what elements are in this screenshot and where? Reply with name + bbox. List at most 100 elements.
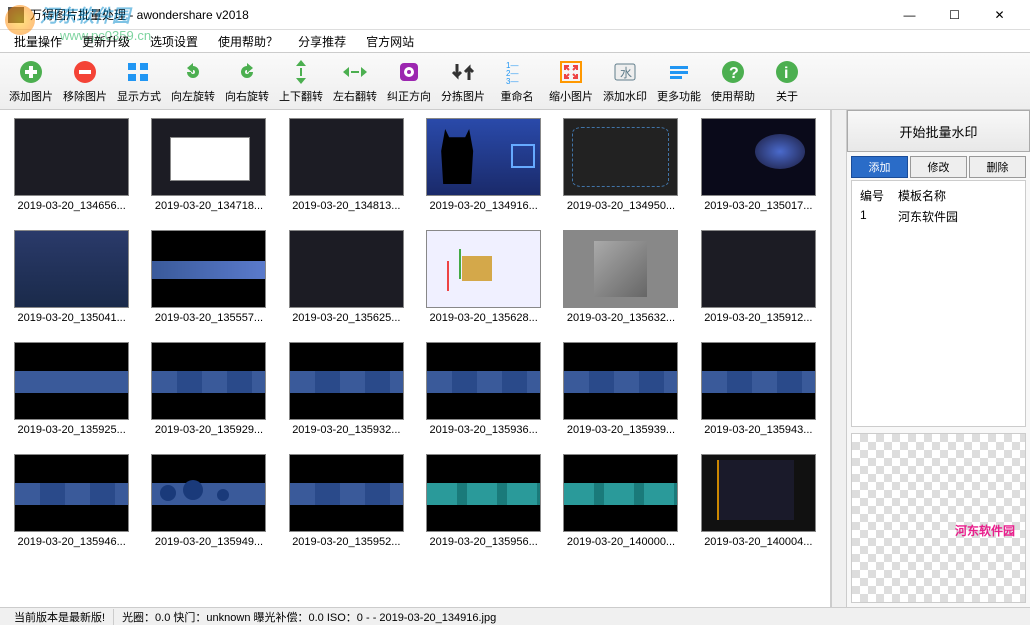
toolbar-add-button[interactable]: 添加图片 [4, 54, 58, 108]
thumbnail-label: 2019-03-20_135946... [14, 536, 129, 548]
thumbnail-item[interactable]: 2019-03-20_135557... [145, 230, 272, 324]
close-button[interactable]: ✕ [977, 0, 1022, 30]
thumbnail-label: 2019-03-20_140000... [563, 536, 678, 548]
thumbnail-image [426, 118, 541, 196]
thumbnail-image [289, 454, 404, 532]
thumbnail-item[interactable]: 2019-03-20_134813... [283, 118, 410, 212]
thumbnail-label: 2019-03-20_134656... [14, 200, 129, 212]
thumbnail-image [563, 342, 678, 420]
svg-text:i: i [784, 65, 788, 82]
toolbar-fliph-button[interactable]: 左右翻转 [328, 54, 382, 108]
thumbnail-item[interactable]: 2019-03-20_135946... [8, 454, 135, 548]
tab-添加[interactable]: 添加 [851, 156, 908, 178]
toolbar-help-button[interactable]: ?使用帮助 [706, 54, 760, 108]
thumbnail-label: 2019-03-20_134950... [563, 200, 678, 212]
toolbar-watermark-button[interactable]: 水添加水印 [598, 54, 652, 108]
start-watermark-button[interactable]: 开始批量水印 [847, 110, 1030, 152]
thumbnail-item[interactable]: 2019-03-20_140004... [695, 454, 822, 548]
minimize-button[interactable]: — [887, 0, 932, 30]
rotright-icon [233, 58, 261, 86]
menu-item-0[interactable]: 批量操作 [6, 31, 70, 52]
menu-item-5[interactable]: 官方网站 [358, 31, 422, 52]
thumbnail-item[interactable]: 2019-03-20_134718... [145, 118, 272, 212]
add-icon [17, 58, 45, 86]
template-list[interactable]: 编号 模板名称 1河东软件园 [851, 180, 1026, 427]
thumbnail-label: 2019-03-20_135625... [289, 312, 404, 324]
thumbnail-item[interactable]: 2019-03-20_135956... [420, 454, 547, 548]
toolbar-view-button[interactable]: 显示方式 [112, 54, 166, 108]
thumbnail-item[interactable]: 2019-03-20_134950... [557, 118, 684, 212]
thumbnail-item[interactable]: 2019-03-20_135041... [8, 230, 135, 324]
menu-item-1[interactable]: 更新升级 [74, 31, 138, 52]
thumbnail-item[interactable]: 2019-03-20_140000... [557, 454, 684, 548]
side-panel: 开始批量水印 添加修改删除 编号 模板名称 1河东软件园 河东软件园 [847, 110, 1030, 607]
thumbnail-image [151, 454, 266, 532]
thumbnail-item[interactable]: 2019-03-20_135925... [8, 342, 135, 436]
thumbnail-item[interactable]: 2019-03-20_135625... [283, 230, 410, 324]
col-header-id: 编号 [860, 187, 890, 204]
thumbnail-image [563, 118, 678, 196]
svg-text:3—: 3— [506, 77, 518, 86]
thumbnail-item[interactable]: 2019-03-20_135017... [695, 118, 822, 212]
thumbnail-image [14, 118, 129, 196]
thumbnail-item[interactable]: 2019-03-20_135932... [283, 342, 410, 436]
thumbnail-item[interactable]: 2019-03-20_134916... [420, 118, 547, 212]
menu-item-3[interactable]: 使用帮助？ [210, 31, 286, 52]
shrink-icon [557, 58, 585, 86]
thumbnail-image [14, 230, 129, 308]
thumbnail-item[interactable]: 2019-03-20_134656... [8, 118, 135, 212]
help-icon: ? [719, 58, 747, 86]
rename-icon: 1—2—3— [503, 58, 531, 86]
thumbnail-item[interactable]: 2019-03-20_135632... [557, 230, 684, 324]
sort-icon [449, 58, 477, 86]
thumbnail-item[interactable]: 2019-03-20_135952... [283, 454, 410, 548]
app-icon [8, 7, 24, 23]
tab-删除[interactable]: 删除 [969, 156, 1026, 178]
toolbar-about-button[interactable]: i关于 [760, 54, 814, 108]
thumbnail-image [701, 118, 816, 196]
thumbnail-image [151, 118, 266, 196]
thumbnail-item[interactable]: 2019-03-20_135912... [695, 230, 822, 324]
toolbar-remove-button[interactable]: 移除图片 [58, 54, 112, 108]
status-version: 当前版本是最新版! [6, 609, 114, 625]
thumbnail-image [151, 342, 266, 420]
thumbnail-label: 2019-03-20_135929... [151, 424, 266, 436]
maximize-button[interactable]: ☐ [932, 0, 977, 30]
thumbnail-image [701, 230, 816, 308]
watermark-icon: 水 [611, 58, 639, 86]
thumbnail-image [426, 342, 541, 420]
menu-item-4[interactable]: 分享推荐 [290, 31, 354, 52]
thumbnail-item[interactable]: 2019-03-20_135929... [145, 342, 272, 436]
thumbnail-item[interactable]: 2019-03-20_135936... [420, 342, 547, 436]
menu-item-2[interactable]: 选项设置 [142, 31, 206, 52]
thumbnail-image [14, 454, 129, 532]
thumbnail-item[interactable]: 2019-03-20_135949... [145, 454, 272, 548]
thumbnail-label: 2019-03-20_134813... [289, 200, 404, 212]
toolbar-correct-button[interactable]: 纠正方向 [382, 54, 436, 108]
remove-icon [71, 58, 99, 86]
thumbnail-label: 2019-03-20_135932... [289, 424, 404, 436]
rotleft-icon [179, 58, 207, 86]
toolbar-rename-button[interactable]: 1—2—3—重命名 [490, 54, 544, 108]
toolbar-rotleft-button[interactable]: 向左旋转 [166, 54, 220, 108]
thumbnail-label: 2019-03-20_135632... [563, 312, 678, 324]
thumbnail-label: 2019-03-20_135943... [701, 424, 816, 436]
thumbnail-label: 2019-03-20_135949... [151, 536, 266, 548]
thumbnail-label: 2019-03-20_135912... [701, 312, 816, 324]
tab-修改[interactable]: 修改 [910, 156, 967, 178]
thumbnail-item[interactable]: 2019-03-20_135939... [557, 342, 684, 436]
thumbnail-item[interactable]: 2019-03-20_135943... [695, 342, 822, 436]
toolbar-rotright-button[interactable]: 向右旋转 [220, 54, 274, 108]
svg-text:水: 水 [620, 66, 632, 80]
thumbnail-label: 2019-03-20_135956... [426, 536, 541, 548]
toolbar-shrink-button[interactable]: 缩小图片 [544, 54, 598, 108]
thumbnail-image [563, 230, 678, 308]
thumbnail-item[interactable]: 2019-03-20_135628... [420, 230, 547, 324]
window-title: 万得图片批量处理 - awondershare v2018 [30, 6, 887, 23]
toolbar-sort-button[interactable]: 分拣图片 [436, 54, 490, 108]
thumbnail-grid[interactable]: 2019-03-20_134656... 2019-03-20_134718...… [0, 110, 831, 607]
toolbar: 添加图片移除图片显示方式向左旋转向右旋转上下翻转左右翻转纠正方向分拣图片1—2—… [0, 52, 1030, 110]
list-item[interactable]: 1河东软件园 [856, 206, 1021, 227]
toolbar-flipv-button[interactable]: 上下翻转 [274, 54, 328, 108]
toolbar-more-button[interactable]: 更多功能 [652, 54, 706, 108]
